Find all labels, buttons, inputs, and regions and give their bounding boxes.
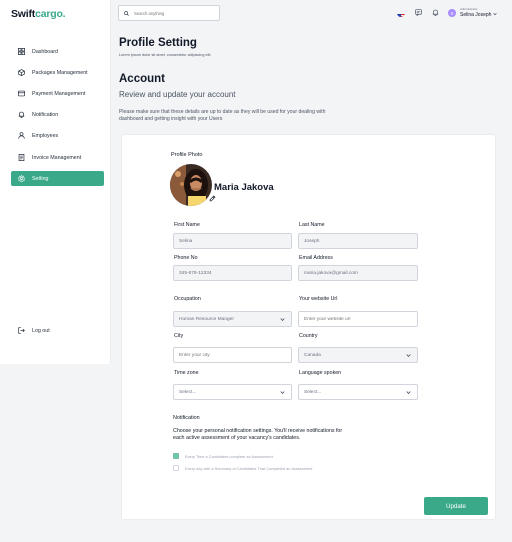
phone-field[interactable]: 345-678-12334 [173, 265, 292, 281]
sidebar-item-dashboard[interactable]: Dashboard [11, 44, 104, 59]
card-icon [18, 90, 25, 97]
last-name-label: Last Name [299, 222, 325, 228]
occupation-label: Occupation [174, 296, 201, 302]
city-label: City [174, 333, 184, 339]
checkbox-daily-summary[interactable] [173, 465, 179, 471]
sidebar-item-label: Dashboard [32, 48, 58, 55]
first-name-label: First Name [174, 222, 200, 228]
page-title: Profile Setting [119, 37, 197, 49]
user-icon [18, 132, 25, 139]
chevron-down-icon [406, 354, 411, 358]
sidebar-item-label: Employees [32, 132, 59, 139]
country-value: Canada [304, 352, 321, 358]
brand-logo-part2: cargo. [35, 8, 66, 20]
phone-label: Phone No [174, 255, 198, 261]
chevron-down-icon [280, 391, 285, 395]
profile-photo[interactable] [170, 164, 212, 206]
language-select[interactable]: Select... [298, 384, 418, 400]
topbar: S Administrator Selina Joseph [111, 0, 512, 27]
last-name-field[interactable]: Joseph [298, 233, 418, 249]
logout-label: Log out [32, 327, 50, 334]
checkbox-complete-assessment[interactable] [173, 453, 179, 459]
first-name-field[interactable]: Selina [173, 233, 292, 249]
edit-icon[interactable] [209, 195, 216, 202]
logout-icon [18, 327, 25, 334]
profile-name: Maria Jakova [214, 182, 274, 193]
language-label: Language spoken [299, 370, 342, 376]
logout-button[interactable]: Log out [11, 323, 104, 338]
sidebar-item-label: Notification [32, 111, 59, 118]
sidebar-item-notification[interactable]: Notification [11, 107, 104, 122]
page-subtitle: Lorem ipsum dolor sit amet, consectetur … [119, 53, 212, 57]
account-description: Please make sure that these details are … [119, 109, 326, 122]
user-role: Administrator [460, 7, 478, 11]
account-title: Account [119, 73, 165, 85]
invoice-icon [18, 154, 25, 161]
timezone-value: Select... [179, 389, 197, 395]
sidebar-item-packages[interactable]: Packages Management [11, 65, 104, 80]
sidebar-item-payment[interactable]: Payment Management [11, 86, 104, 101]
sidebar: Swiftcargo. Dashboard Packages Managemen… [0, 0, 111, 364]
chevron-down-icon [280, 318, 285, 322]
sidebar-item-label: Invoice Management [32, 154, 82, 161]
account-subtitle: Review and update your account [119, 90, 236, 99]
checkbox-label: Every Time a Candidates complete an Asse… [185, 454, 273, 459]
search-box[interactable] [118, 5, 220, 21]
us-flag-icon[interactable] [397, 9, 405, 17]
notification-description: Choose your personal notification settin… [173, 428, 343, 441]
last-name-value: Joseph [304, 238, 320, 244]
brand-logo[interactable]: Swiftcargo. [11, 8, 66, 20]
city-field[interactable] [173, 347, 292, 363]
first-name-value: Selina [179, 238, 193, 244]
avatar[interactable]: S [448, 9, 456, 17]
bell-icon [18, 111, 25, 118]
sidebar-item-employees[interactable]: Employees [11, 128, 104, 143]
checkbox-label: Every day with a Summary of Candidates T… [185, 466, 313, 471]
update-button[interactable]: Update [424, 497, 488, 515]
sidebar-item-label: Setting [32, 175, 49, 182]
phone-value: 345-678-12334 [179, 270, 212, 276]
occupation-value: Human Resource Manger [179, 316, 234, 322]
package-icon [18, 69, 25, 76]
chevron-down-icon [406, 391, 411, 395]
brand-logo-part1: Swift [11, 8, 36, 20]
occupation-select[interactable]: Human Resource Manger [173, 311, 292, 327]
email-label: Email Address [299, 255, 333, 261]
search-input[interactable] [134, 10, 214, 16]
website-field[interactable] [298, 311, 418, 327]
chevron-down-icon[interactable] [493, 12, 497, 16]
website-label: Your website Url [299, 296, 338, 302]
sidebar-item-setting[interactable]: Setting [11, 171, 104, 186]
email-value: maria.jakova@gmail.com [304, 270, 358, 276]
country-label: Country [299, 333, 318, 339]
message-icon[interactable] [415, 9, 422, 16]
user-name[interactable]: Selina Joseph [460, 12, 491, 18]
sidebar-item-invoice[interactable]: Invoice Management [11, 150, 104, 165]
notification-title: Notification [173, 415, 200, 421]
dashboard-icon [18, 48, 25, 55]
website-input[interactable] [304, 316, 417, 322]
timezone-select[interactable]: Select... [173, 384, 292, 400]
timezone-label: Time zone [174, 370, 199, 376]
sidebar-item-label: Packages Management [32, 69, 88, 76]
search-icon [124, 10, 129, 16]
language-value: Select... [304, 389, 322, 395]
country-select[interactable]: Canada [298, 347, 418, 363]
email-field[interactable]: maria.jakova@gmail.com [298, 265, 418, 281]
gear-icon [18, 175, 25, 182]
city-input[interactable] [179, 352, 291, 358]
sidebar-item-label: Payment Management [32, 90, 86, 97]
profile-photo-label: Profile Photo [171, 152, 203, 158]
bell-icon[interactable] [432, 9, 439, 16]
